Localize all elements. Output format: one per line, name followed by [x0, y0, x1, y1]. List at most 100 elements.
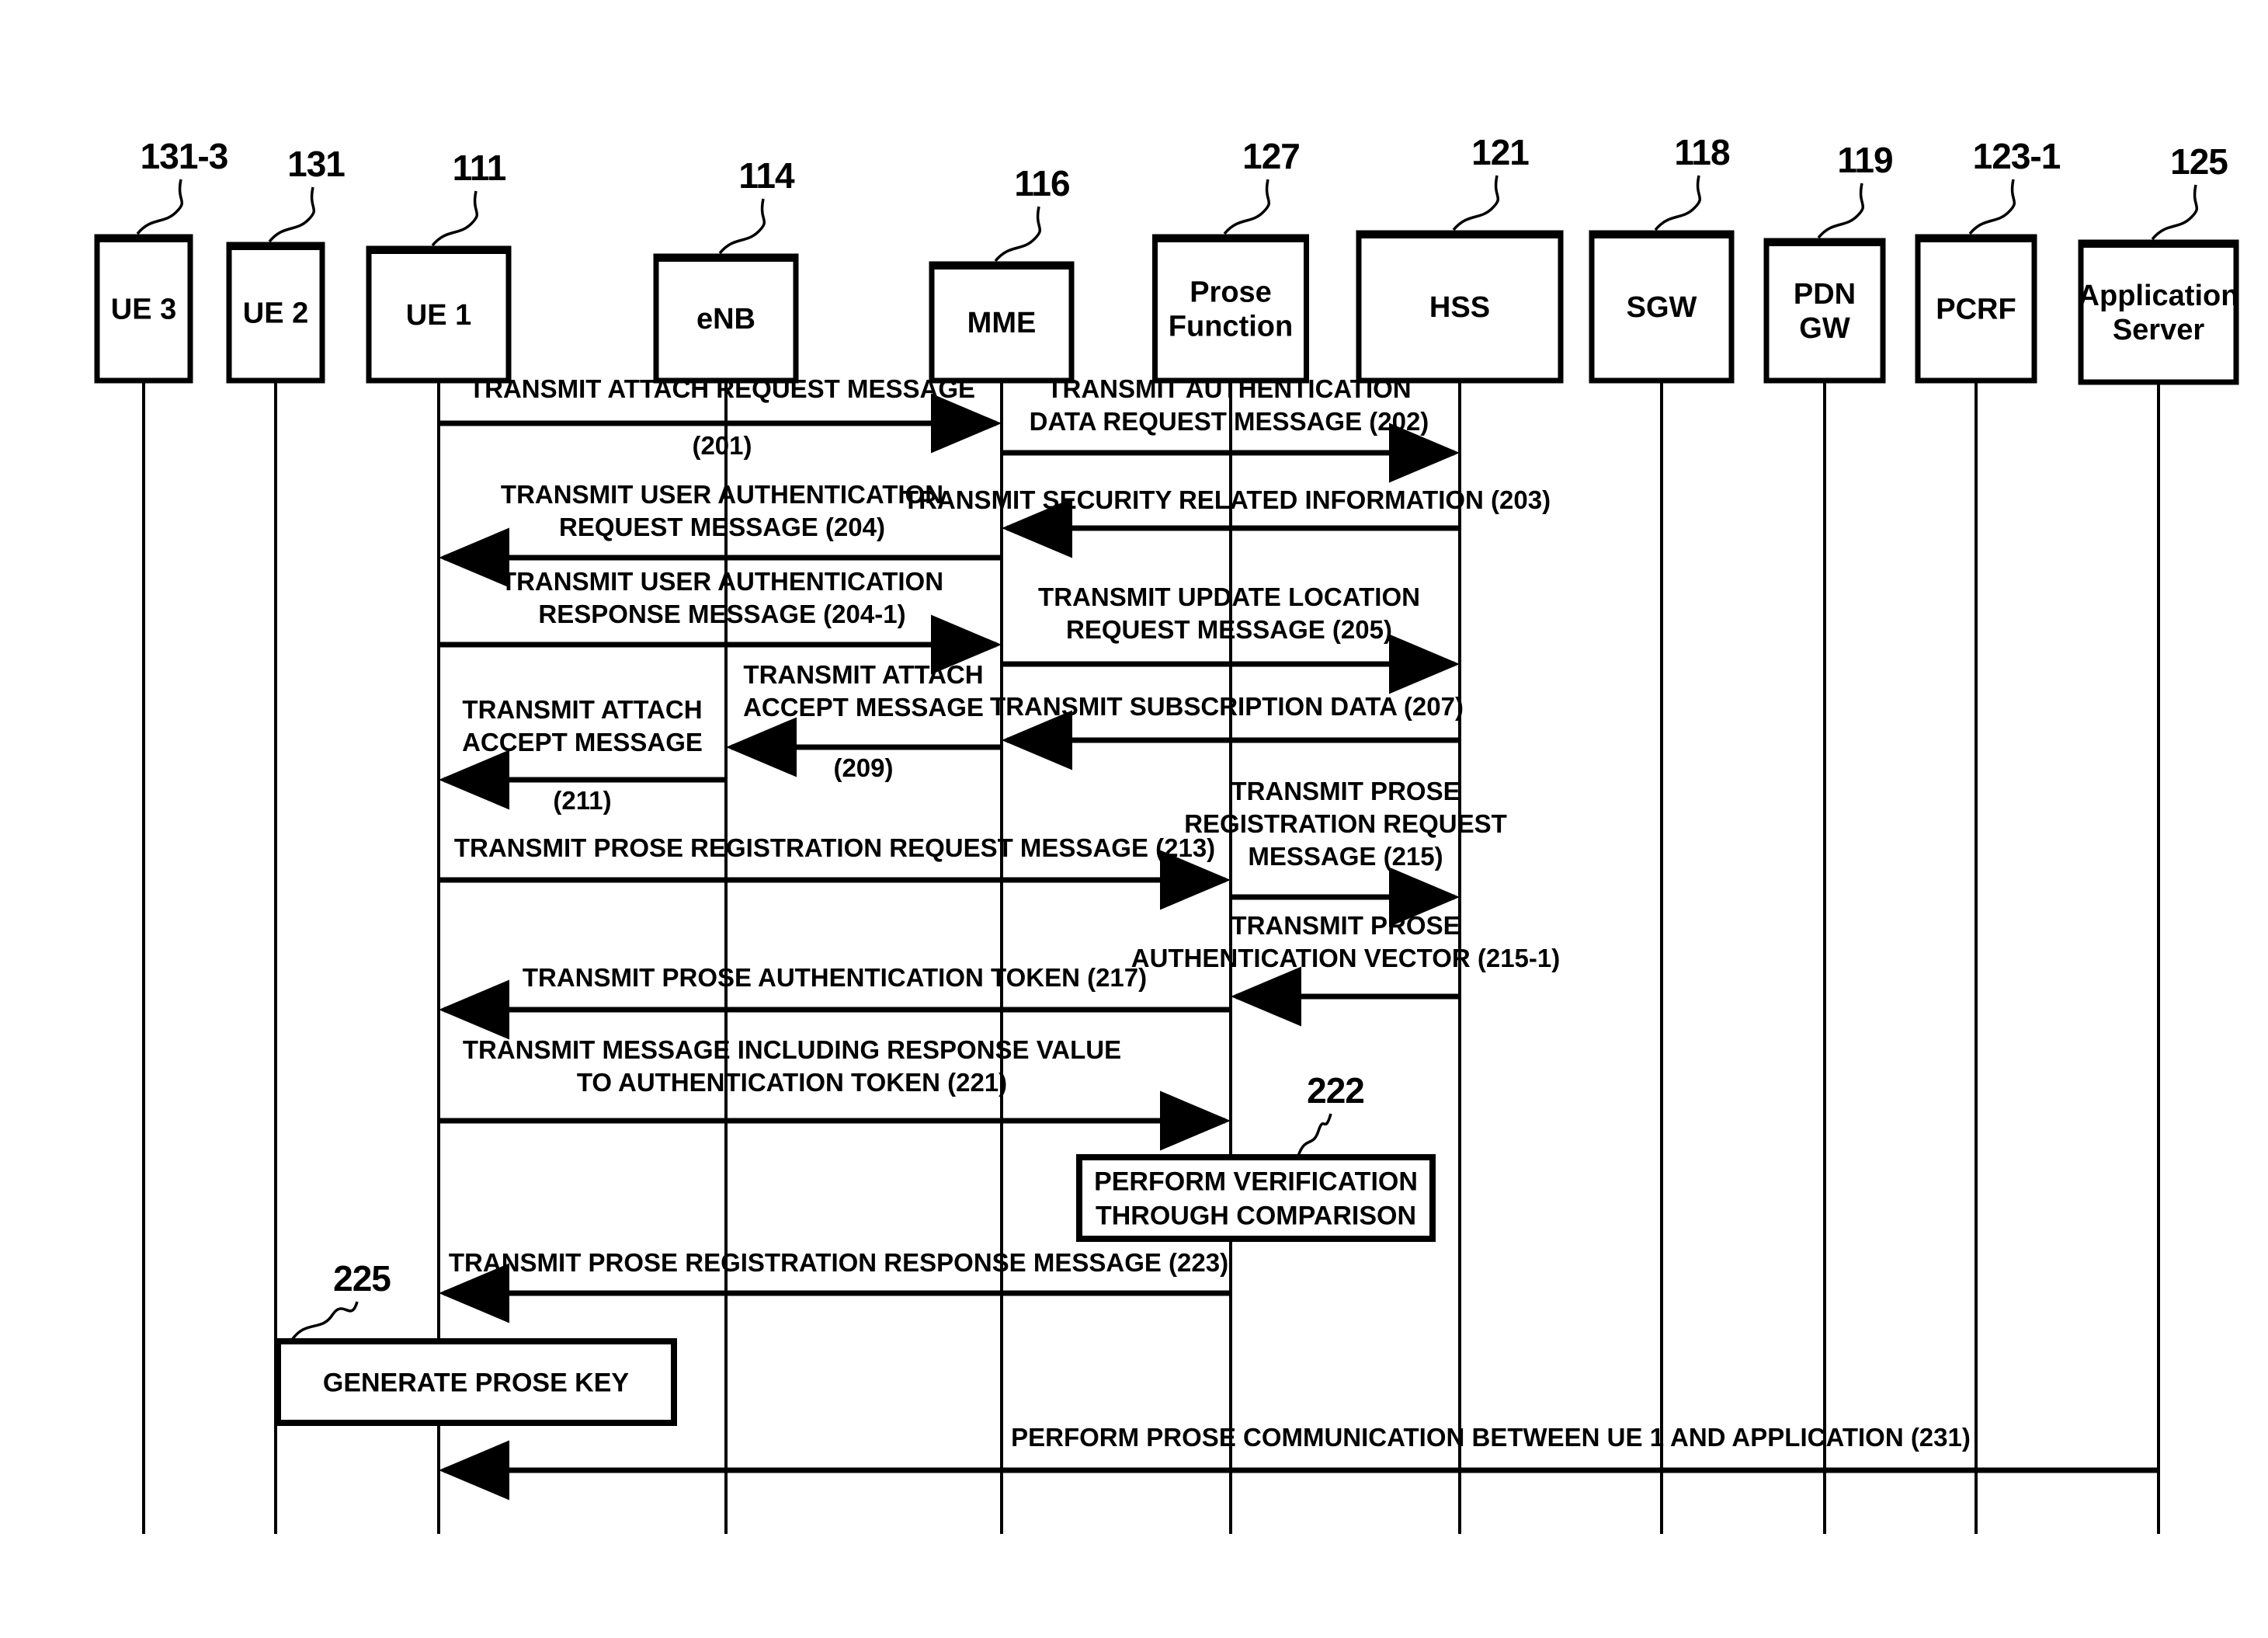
message-label-m204: TRANSMIT USER AUTHENTICATION	[501, 480, 943, 509]
node-label-ue2: UE 2	[243, 297, 308, 330]
message-label-m204: REQUEST MESSAGE (204)	[559, 513, 885, 541]
message-label-m201: (201)	[692, 431, 752, 460]
message-label-m202: DATA REQUEST MESSAGE (202)	[1030, 407, 1429, 436]
node-box-ue3[interactable]: UE 3	[94, 234, 193, 384]
reference-number-ue1: 111	[453, 148, 506, 188]
process-box-label-p225: GENERATE PROSE KEY	[323, 1368, 630, 1398]
node-label-app: Server	[2113, 314, 2205, 346]
node-label-pdngw: GW	[1799, 312, 1850, 345]
leader-line-p225	[290, 1301, 359, 1341]
message-label-m203: TRANSMIT SECURITY RELATED INFORMATION (2…	[903, 485, 1551, 514]
node-label-ue1: UE 1	[406, 299, 471, 332]
reference-number-hss: 121	[1471, 132, 1529, 172]
node-box-top-edge-hss	[1361, 231, 1558, 238]
node-boxes-group: UE 3 UE 2 UE 1 eNB MME ProseFunction HSS SGW PDN…	[94, 230, 2239, 385]
node-box-enb[interactable]: eNB	[653, 253, 799, 384]
message-label-m205: REQUEST MESSAGE (205)	[1066, 615, 1392, 644]
node-box-ue1[interactable]: UE 1	[366, 245, 512, 384]
message-label-m209: TRANSMIT ATTACH	[743, 660, 983, 689]
message-label-m217: TRANSMIT PROSE AUTHENTICATION TOKEN (217…	[523, 963, 1147, 992]
node-label-ue3: UE 3	[111, 294, 176, 326]
message-label-m205: TRANSMIT UPDATE LOCATION	[1038, 583, 1420, 611]
leader-line-ue2	[268, 186, 316, 243]
node-label-hss: HSS	[1429, 291, 1490, 324]
message-label-m211: TRANSMIT ATTACH	[462, 695, 702, 724]
message-label-m215-1: TRANSMIT PROSE	[1231, 911, 1460, 940]
sequence-diagram: UE 3 UE 2 UE 1 eNB MME ProseFunction HSS SGW PDN…	[94, 132, 2239, 1534]
node-label-pcrf: PCRF	[1936, 294, 2016, 326]
leader-line-pcrf	[1968, 179, 2016, 235]
process-box-label-p222: THROUGH COMPARISON	[1096, 1202, 1416, 1231]
leader-line-pdngw	[1817, 183, 1865, 239]
message-label-m215: MESSAGE (215)	[1248, 842, 1443, 871]
node-box-rect-prose	[1152, 234, 1309, 384]
node-label-mme: MME	[967, 307, 1037, 339]
node-label-pdngw: PDN	[1794, 278, 1856, 311]
leader-line-app	[2151, 184, 2199, 241]
node-box-pcrf[interactable]: PCRF	[1915, 234, 2037, 384]
figure-canvas: UE 3 UE 2 UE 1 eNB MME Prose Function HSS SGW PDN…	[0, 0, 2268, 1638]
node-label-enb: eNB	[696, 303, 755, 336]
reference-number-mme: 116	[1014, 163, 1069, 203]
message-label-m215: REGISTRATION REQUEST	[1184, 809, 1507, 838]
message-label-m215-1: AUTHENTICATION VECTOR (215-1)	[1131, 944, 1561, 972]
node-label-sgw: SGW	[1627, 291, 1697, 324]
reference-number-enb: 114	[738, 155, 795, 196]
node-box-top-edge-pdngw	[1769, 239, 1881, 246]
process-box-p222[interactable]: PERFORM VERIFICATION THROUGH COMPARISON 22…	[1076, 1070, 1436, 1242]
message-label-m209: (209)	[833, 753, 893, 782]
message-label-m215: TRANSMIT PROSE	[1231, 777, 1460, 805]
node-box-top-edge-ue3	[99, 235, 188, 242]
node-box-top-edge-ue2	[231, 243, 320, 250]
node-box-top-edge-app	[2083, 241, 2234, 248]
leader-line-hss	[1452, 175, 1500, 231]
node-box-top-edge-prose	[1157, 235, 1304, 242]
reference-number-pdngw: 119	[1837, 140, 1892, 180]
message-label-m211: (211)	[553, 786, 611, 815]
message-label-m221: TO AUTHENTICATION TOKEN (221)	[577, 1068, 1007, 1097]
message-label-m211: ACCEPT MESSAGE	[462, 728, 703, 756]
message-label-m221: TRANSMIT MESSAGE INCLUDING RESPONSE VALU…	[463, 1035, 1121, 1064]
reference-number-pcrf: 123-1	[1973, 136, 2061, 176]
node-box-pdngw[interactable]: PDNGW	[1763, 238, 1886, 384]
node-box-app[interactable]: ApplicationServer	[2078, 239, 2239, 385]
node-box-sgw[interactable]: SGW	[1589, 230, 1735, 384]
node-box-prose[interactable]: ProseFunction	[1152, 234, 1309, 384]
message-label-m231: PERFORM PROSE COMMUNICATION BETWEEN UE 1…	[1011, 1423, 1971, 1452]
node-box-hss[interactable]: HSS	[1356, 230, 1564, 384]
reference-number-ue3: 131-3	[141, 136, 228, 176]
node-label-app: Application	[2079, 280, 2239, 312]
message-label-m201: TRANSMIT ATTACH REQUEST MESSAGE	[469, 374, 975, 403]
reference-number-sgw: 118	[1674, 132, 1730, 172]
reference-number-p222: 222	[1307, 1070, 1364, 1111]
process-box-label-p222: PERFORM VERIFICATION	[1094, 1167, 1418, 1197]
message-label-m204-1: RESPONSE MESSAGE (204-1)	[538, 600, 905, 628]
message-label-m202: TRANSMIT AUTHENTICATION	[1047, 374, 1411, 403]
message-label-m207: TRANSMIT SUBSCRIPTION DATA (207)	[990, 692, 1464, 721]
node-box-ue2[interactable]: UE 2	[226, 242, 325, 384]
message-label-m223: TRANSMIT PROSE REGISTRATION RESPONSE MES…	[449, 1248, 1228, 1277]
leader-line-prose	[1223, 179, 1271, 235]
leader-line-sgw	[1654, 175, 1702, 231]
node-box-rect-app	[2078, 239, 2239, 385]
message-label-m204-1: TRANSMIT USER AUTHENTICATION	[501, 567, 943, 596]
reference-number-ue2: 131	[287, 144, 345, 184]
reference-number-prose: 127	[1242, 136, 1300, 176]
node-box-mme[interactable]: MME	[929, 261, 1075, 384]
node-box-top-edge-mme	[934, 263, 1069, 270]
node-box-top-edge-sgw	[1594, 231, 1729, 238]
reference-number-app: 125	[2170, 141, 2228, 182]
leader-line-p222	[1297, 1113, 1332, 1156]
leader-line-enb	[718, 198, 766, 255]
node-box-top-edge-enb	[658, 255, 794, 262]
message-labels-group: TRANSMIT ATTACH REQUEST MESSAGE (201) TRAN…	[449, 374, 1971, 1452]
node-label-prose: Prose	[1190, 276, 1272, 309]
message-label-m213: TRANSMIT PROSE REGISTRATION REQUEST MESS…	[454, 833, 1215, 862]
process-box-p225[interactable]: GENERATE PROSE KEY 225	[275, 1258, 677, 1426]
node-box-top-edge-ue1	[371, 247, 506, 254]
node-label-prose: Function	[1169, 311, 1293, 343]
node-box-rect-pdngw	[1763, 238, 1886, 384]
leader-line-ue1	[431, 190, 479, 247]
leader-line-mme	[994, 206, 1042, 263]
reference-number-p225: 225	[333, 1258, 391, 1299]
